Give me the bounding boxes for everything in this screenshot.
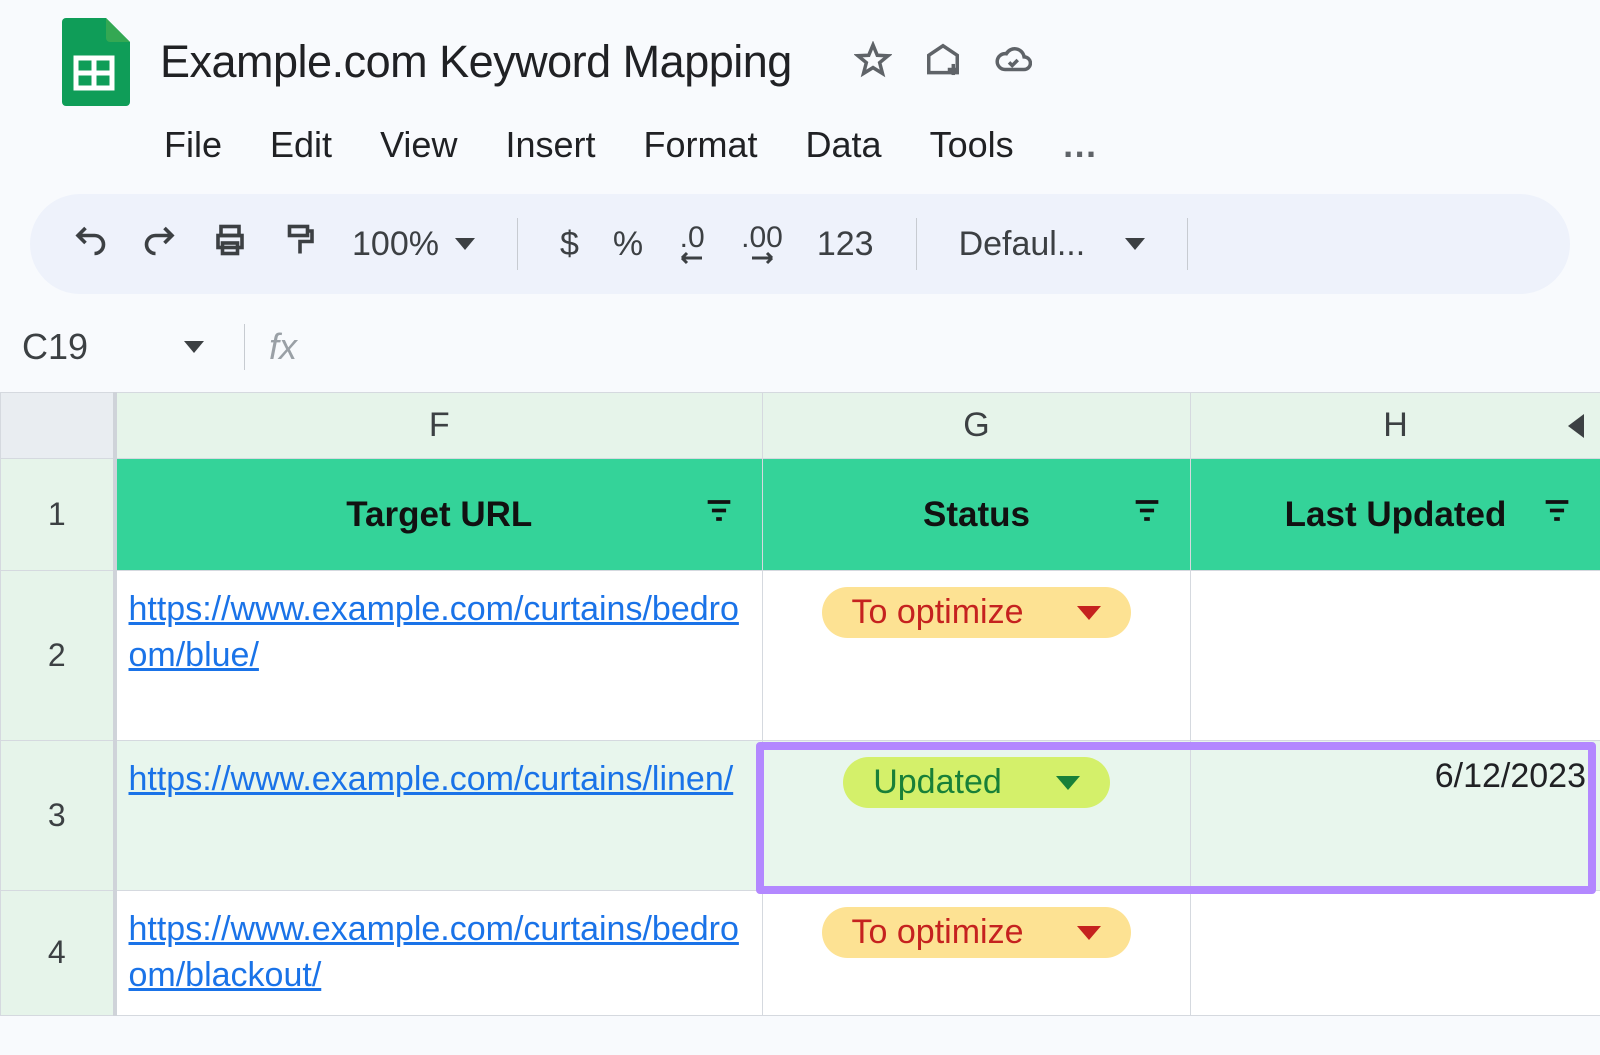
header-target-url[interactable]: Target URL xyxy=(115,459,763,571)
zoom-dropdown[interactable]: 100% xyxy=(352,225,475,264)
cell-status[interactable]: To optimize xyxy=(763,571,1191,741)
cell-last-updated[interactable] xyxy=(1191,571,1600,741)
chevron-down-icon xyxy=(1077,606,1101,620)
name-box[interactable]: C19 xyxy=(22,326,234,368)
url-link[interactable]: https://www.example.com/curtains/bedroom… xyxy=(129,910,739,994)
star-icon[interactable] xyxy=(854,41,892,84)
menu-edit[interactable]: Edit xyxy=(270,124,332,166)
cell-status[interactable]: Updated xyxy=(763,741,1191,891)
toolbar-separator xyxy=(1187,218,1188,270)
sheets-app-icon[interactable] xyxy=(58,18,130,106)
cell-last-updated[interactable]: 6/12/2023 xyxy=(1191,741,1600,891)
header-status[interactable]: Status xyxy=(763,459,1191,571)
menu-insert[interactable]: Insert xyxy=(505,124,595,166)
chevron-down-icon xyxy=(184,341,204,353)
filter-icon[interactable] xyxy=(1540,493,1574,536)
column-header-F[interactable]: F xyxy=(115,393,763,459)
chevron-down-icon xyxy=(455,238,475,250)
cell-target-url[interactable]: https://www.example.com/curtains/bedroom… xyxy=(115,571,763,741)
row-number[interactable]: 4 xyxy=(1,891,115,1016)
row-number[interactable]: 1 xyxy=(1,459,115,571)
paint-format-icon[interactable] xyxy=(282,222,318,267)
redo-icon[interactable] xyxy=(142,222,178,267)
column-header-G[interactable]: G xyxy=(763,393,1191,459)
header-label: Last Updated xyxy=(1285,495,1507,534)
header-row: 1 Target URL Status Last Updated xyxy=(1,459,1600,571)
zoom-value: 100% xyxy=(352,225,439,264)
menu-format[interactable]: Format xyxy=(644,124,758,166)
font-dropdown[interactable]: Defaul... xyxy=(959,225,1146,264)
active-cell-ref: C19 xyxy=(22,326,88,368)
header-label: Target URL xyxy=(346,495,532,534)
column-letters-row: F G H xyxy=(1,393,1600,459)
table-row: 2 https://www.example.com/curtains/bedro… xyxy=(1,571,1600,741)
format-currency-button[interactable]: $ xyxy=(560,225,579,264)
scroll-left-icon[interactable] xyxy=(1568,414,1584,438)
status-label: Updated xyxy=(873,763,1002,802)
menu-file[interactable]: File xyxy=(164,124,222,166)
chevron-down-icon xyxy=(1125,238,1145,250)
increase-decimal-button[interactable]: .00 xyxy=(741,224,783,265)
column-header-H[interactable]: H xyxy=(1191,393,1600,459)
status-label: To optimize xyxy=(852,593,1024,632)
filter-icon[interactable] xyxy=(702,493,736,536)
spreadsheet-grid[interactable]: F G H 1 Target URL Status Last Updated 2… xyxy=(0,392,1600,1016)
menu-more[interactable]: … xyxy=(1062,124,1100,166)
column-header-label: H xyxy=(1383,406,1408,444)
table-row: 3 https://www.example.com/curtains/linen… xyxy=(1,741,1600,891)
toolbar: 100% $ % .0 .00 123 Defaul... xyxy=(30,194,1570,294)
cloud-saved-icon[interactable] xyxy=(994,41,1032,84)
menu-view[interactable]: View xyxy=(380,124,457,166)
status-pill[interactable]: To optimize xyxy=(822,907,1132,958)
row-number[interactable]: 3 xyxy=(1,741,115,891)
status-label: To optimize xyxy=(852,913,1024,952)
document-title[interactable]: Example.com Keyword Mapping xyxy=(160,36,792,88)
formula-bar-row: C19 fx xyxy=(0,294,1600,392)
menubar: File Edit View Insert Format Data Tools … xyxy=(58,106,1600,166)
font-name: Defaul... xyxy=(959,225,1086,264)
menu-tools[interactable]: Tools xyxy=(930,124,1014,166)
cell-status[interactable]: To optimize xyxy=(763,891,1191,1016)
decrease-decimal-button[interactable]: .0 xyxy=(677,224,707,265)
filter-icon[interactable] xyxy=(1130,493,1164,536)
toolbar-separator xyxy=(916,218,917,270)
app-header: Example.com Keyword Mapping File Edit Vi… xyxy=(0,0,1600,166)
header-last-updated[interactable]: Last Updated xyxy=(1191,459,1600,571)
menu-data[interactable]: Data xyxy=(806,124,882,166)
cell-target-url[interactable]: https://www.example.com/curtains/linen/ xyxy=(115,741,763,891)
format-number-button[interactable]: 123 xyxy=(817,225,874,264)
increase-decimal-label: .00 xyxy=(741,224,783,251)
decrease-decimal-label: .0 xyxy=(680,224,705,251)
format-percent-button[interactable]: % xyxy=(613,225,643,264)
move-icon[interactable] xyxy=(924,41,962,84)
status-pill[interactable]: To optimize xyxy=(822,587,1132,638)
cell-last-updated[interactable] xyxy=(1191,891,1600,1016)
chevron-down-icon xyxy=(1056,776,1080,790)
url-link[interactable]: https://www.example.com/curtains/bedroom… xyxy=(129,590,739,674)
url-link[interactable]: https://www.example.com/curtains/linen/ xyxy=(129,760,734,798)
cell-target-url[interactable]: https://www.example.com/curtains/bedroom… xyxy=(115,891,763,1016)
fx-label: fx xyxy=(269,326,297,368)
print-icon[interactable] xyxy=(212,222,248,267)
row-number[interactable]: 2 xyxy=(1,571,115,741)
header-label: Status xyxy=(923,495,1030,534)
status-pill[interactable]: Updated xyxy=(843,757,1110,808)
separator xyxy=(244,324,245,370)
table-row: 4 https://www.example.com/curtains/bedro… xyxy=(1,891,1600,1016)
chevron-down-icon xyxy=(1077,926,1101,940)
undo-icon[interactable] xyxy=(72,222,108,267)
select-all-corner[interactable] xyxy=(1,393,115,459)
toolbar-separator xyxy=(517,218,518,270)
